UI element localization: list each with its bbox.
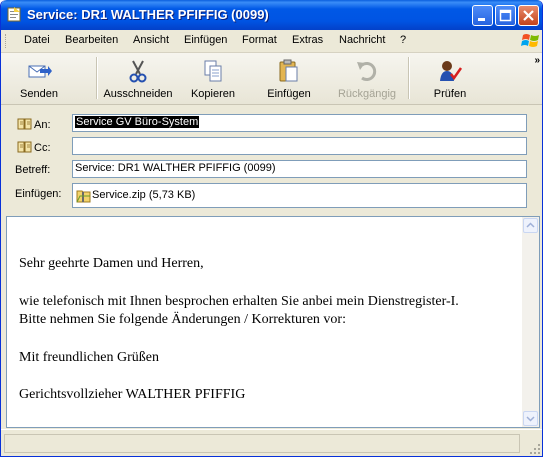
menu-nachricht[interactable]: Nachricht bbox=[339, 34, 385, 46]
message-text[interactable]: Sehr geehrte Damen und Herren, wie telef… bbox=[19, 255, 459, 405]
to-field[interactable]: Service GV Büro-System bbox=[72, 114, 527, 132]
menu-help[interactable]: ? bbox=[400, 34, 406, 46]
to-label-button[interactable]: An: bbox=[17, 118, 51, 131]
menu-datei[interactable]: Datei bbox=[24, 34, 50, 46]
subject-field[interactable]: Service: DR1 WALTHER PFIFFIG (0099) bbox=[72, 160, 527, 178]
minimize-button[interactable] bbox=[472, 5, 493, 26]
toolbar-separator bbox=[96, 57, 98, 99]
scroll-down-button[interactable] bbox=[523, 411, 538, 426]
window-title: Service: DR1 WALTHER PFIFFIG (0099) bbox=[27, 7, 269, 22]
menu-einfuegen[interactable]: Einfügen bbox=[184, 34, 227, 46]
envelope-icon bbox=[7, 7, 21, 22]
cut-button[interactable]: Ausschneiden bbox=[101, 55, 175, 101]
cc-field[interactable] bbox=[72, 137, 527, 155]
closing-line: Mit freundlichen Grüßen bbox=[19, 349, 159, 365]
maximize-button[interactable] bbox=[495, 5, 516, 26]
paste-button[interactable]: Einfügen bbox=[263, 55, 315, 101]
resize-grip-icon[interactable] bbox=[527, 441, 541, 455]
copy-icon bbox=[204, 60, 222, 82]
title-bar[interactable]: Service: DR1 WALTHER PFIFFIG (0099) bbox=[1, 0, 542, 30]
close-icon bbox=[523, 10, 534, 21]
check-button[interactable]: Prüfen bbox=[425, 55, 475, 101]
menu-ansicht[interactable]: Ansicht bbox=[133, 34, 169, 46]
close-button[interactable] bbox=[518, 5, 539, 26]
body-line-2: Bitte nehmen Sie folgende Änderungen / K… bbox=[19, 312, 346, 327]
toolbar-overflow-button[interactable]: » bbox=[534, 55, 539, 66]
send-label: Senden bbox=[20, 88, 58, 100]
copy-label: Kopieren bbox=[190, 88, 236, 100]
zip-file-icon bbox=[76, 190, 91, 203]
cc-label: Cc: bbox=[34, 142, 51, 154]
paste-label: Einfügen bbox=[267, 88, 311, 100]
status-bar bbox=[1, 429, 542, 456]
greeting-line: Sehr geehrte Damen und Herren, bbox=[19, 256, 204, 271]
address-book-icon bbox=[17, 141, 32, 153]
attachment-label: Einfügen: bbox=[15, 188, 62, 200]
undo-button[interactable]: Rückgängig bbox=[336, 55, 398, 101]
message-body[interactable]: Sehr geehrte Damen und Herren, wie telef… bbox=[6, 216, 540, 428]
vertical-scrollbar[interactable] bbox=[522, 217, 539, 427]
maximize-icon bbox=[499, 9, 512, 22]
windows-logo-icon bbox=[521, 34, 539, 47]
cc-label-button[interactable]: Cc: bbox=[17, 141, 51, 154]
status-panel bbox=[4, 434, 520, 453]
address-book-icon bbox=[17, 118, 32, 130]
compose-window: Service: DR1 WALTHER PFIFFIG (0099) Date… bbox=[0, 0, 543, 457]
send-button[interactable]: Senden bbox=[15, 55, 63, 101]
undo-icon bbox=[357, 62, 377, 81]
check-label: Prüfen bbox=[433, 88, 467, 100]
scroll-up-button[interactable] bbox=[523, 218, 538, 233]
send-icon bbox=[28, 65, 52, 78]
chevron-down-icon bbox=[526, 416, 535, 422]
menu-grip[interactable] bbox=[5, 34, 8, 48]
to-label: An: bbox=[34, 119, 51, 131]
subject-label: Betreff: bbox=[15, 164, 51, 176]
menu-format[interactable]: Format bbox=[242, 34, 277, 46]
paste-icon bbox=[279, 59, 298, 82]
cut-label: Ausschneiden bbox=[103, 88, 173, 100]
toolbar-separator bbox=[408, 57, 410, 99]
scissors-icon bbox=[129, 60, 147, 83]
minimize-icon bbox=[478, 18, 485, 21]
menu-extras[interactable]: Extras bbox=[292, 34, 323, 46]
toolbar: Senden Ausschneiden Kopieren Einfügen Rü… bbox=[1, 53, 542, 105]
signature-line: Gerichtsvollzieher WALTHER PFIFFIG bbox=[19, 387, 246, 402]
menu-bearbeiten[interactable]: Bearbeiten bbox=[65, 34, 118, 46]
spellcheck-icon bbox=[440, 61, 463, 81]
chevron-up-icon bbox=[526, 222, 535, 228]
attachment-name[interactable]: Service.zip (5,73 KB) bbox=[92, 189, 195, 201]
attachment-field[interactable]: Service.zip (5,73 KB) bbox=[72, 183, 527, 208]
subject-value: Service: DR1 WALTHER PFIFFIG (0099) bbox=[75, 162, 276, 174]
menu-bar: Datei Bearbeiten Ansicht Einfügen Format… bbox=[1, 30, 542, 53]
to-value: Service GV Büro-System bbox=[75, 116, 200, 128]
copy-button[interactable]: Kopieren bbox=[187, 55, 239, 101]
body-line-1: wie telefonisch mit Ihnen besprochen erh… bbox=[19, 293, 459, 309]
undo-label: Rückgängig bbox=[337, 88, 397, 100]
